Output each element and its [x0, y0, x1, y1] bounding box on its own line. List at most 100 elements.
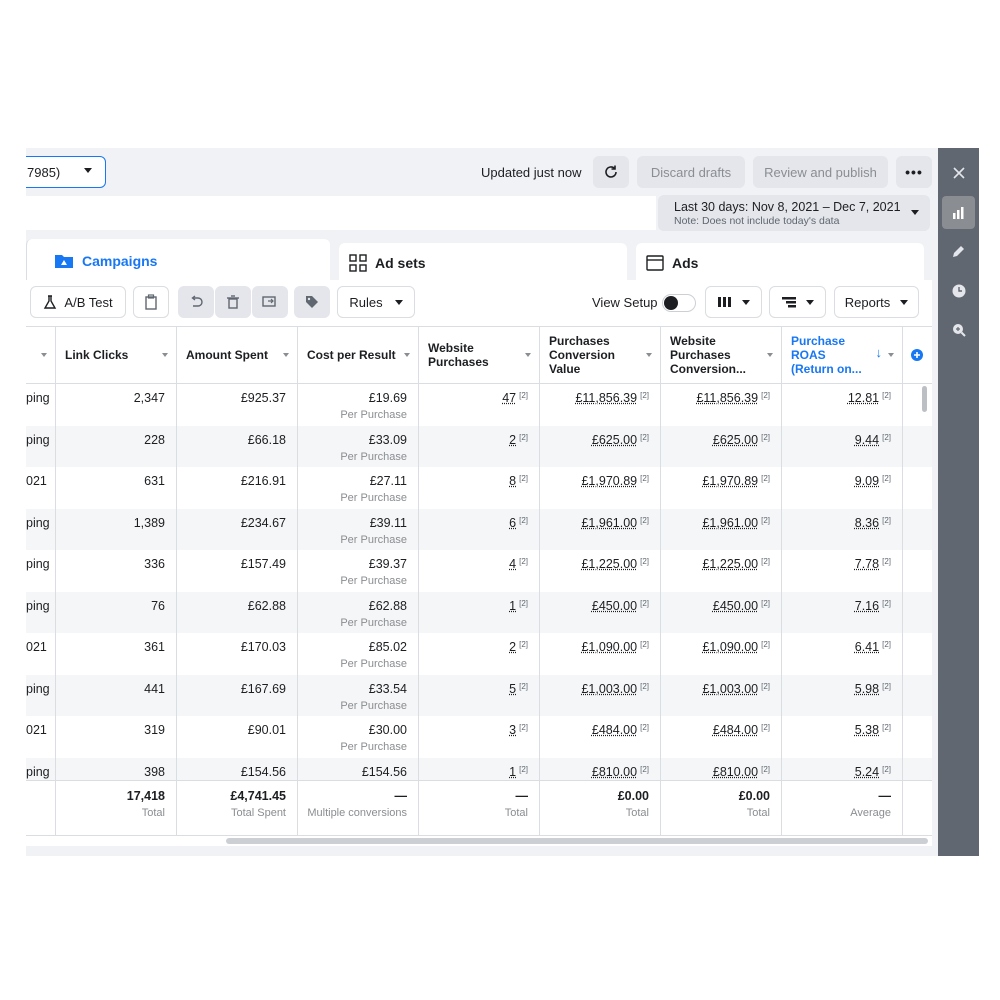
- total-cell-purchase-roas: — Average: [782, 781, 903, 835]
- cell-amount-spent: £216.91: [177, 467, 298, 509]
- column-header-cost-per-result[interactable]: Cost per Result: [298, 327, 419, 383]
- cell-purchase-roas: 7.78 [2]: [782, 550, 903, 592]
- updated-status: Updated just now: [481, 165, 582, 180]
- footnote-marker: [2]: [882, 764, 891, 774]
- ads-manager: 7985) Updated just now Discard drafts Re…: [26, 148, 979, 856]
- toggle-knob: [664, 296, 678, 310]
- column-header-link-clicks[interactable]: Link Clicks: [56, 327, 177, 383]
- cell-link-clicks: 76: [56, 591, 177, 633]
- cell-campaign-name: ping: [26, 674, 56, 716]
- table-row[interactable]: 021 631 £216.91 £27.11 Per Purchase 8 [2] £1,97…: [26, 467, 932, 509]
- more-button[interactable]: •••: [896, 156, 932, 188]
- columns-button[interactable]: [705, 286, 762, 318]
- inspect-button[interactable]: [942, 313, 975, 346]
- chevron-down-icon: [806, 299, 814, 305]
- column-header-amount-spent[interactable]: Amount Spent: [177, 327, 298, 383]
- view-setup-toggle[interactable]: [662, 294, 696, 312]
- discard-drafts-button[interactable]: Discard drafts: [637, 156, 745, 188]
- tab-ad-sets[interactable]: Ad sets: [339, 243, 627, 283]
- horizontal-scrollbar[interactable]: [226, 838, 928, 844]
- column-header-conversion-value[interactable]: Purchases Conversion Value: [540, 327, 661, 383]
- footnote-marker: [2]: [519, 640, 528, 649]
- tab-ads[interactable]: Ads: [636, 243, 924, 283]
- chevron-down-icon: [911, 210, 919, 215]
- sort-caret-icon: [525, 353, 531, 357]
- cell-purchase-roas: 9.09 [2]: [782, 467, 903, 509]
- tag-button[interactable]: [294, 286, 330, 318]
- column-header-website-conversion[interactable]: Website Purchases Conversion...: [661, 327, 782, 383]
- footnote-marker: [2]: [761, 474, 770, 483]
- account-select[interactable]: 7985): [26, 156, 106, 188]
- cost-per-result-unit: Per Purchase: [340, 658, 407, 670]
- add-column-button[interactable]: [903, 327, 932, 383]
- charts-button[interactable]: [942, 196, 975, 229]
- review-publish-button[interactable]: Review and publish: [753, 156, 888, 188]
- cost-per-result-unit: Per Purchase: [340, 492, 407, 504]
- table-row[interactable]: ping 336 £157.49 £39.37 Per Purchase 4 [2] £1,2…: [26, 550, 932, 592]
- column-header-purchase-roas[interactable]: Purchase ROAS (Return on... ↓: [782, 327, 903, 383]
- cost-per-result-unit: Per Purchase: [340, 699, 407, 712]
- search-filter-bar[interactable]: [26, 196, 656, 230]
- flask-icon: [44, 295, 57, 309]
- chevron-down-icon: [84, 168, 92, 173]
- total-cell-conversion-value: £0.00 Total: [540, 781, 661, 835]
- zoom-icon: [952, 323, 966, 337]
- table-row[interactable]: ping 1,389 £234.67 £39.11 Per Purchase 6 [2] £1…: [26, 508, 932, 550]
- cell-cost-per-result: £39.11 Per Purchase: [298, 508, 419, 550]
- total-cell-cost-per-result: — Multiple conversions: [298, 781, 419, 835]
- edit-button[interactable]: [942, 235, 975, 268]
- footnote-marker: [2]: [640, 515, 649, 525]
- cell-campaign-name: ping: [26, 757, 56, 780]
- tab-ads-label: Ads: [672, 255, 699, 271]
- table-row[interactable]: ping 441 £167.69 £33.54 Per Purchase 5 [2] £1,0…: [26, 674, 932, 716]
- table-row[interactable]: 021 319 £90.01 £30.00 Per Purchase 3 [2] £484.0…: [26, 716, 932, 758]
- table-row[interactable]: 021 361 £170.03 £85.02 Per Purchase 2 [2] £1,09…: [26, 633, 932, 675]
- refresh-button[interactable]: [593, 156, 629, 188]
- table-row[interactable]: ping 2,347 £925.37 £19.69 Per Purchase 47 [2] £…: [26, 384, 932, 426]
- cell-link-clicks: 361: [56, 633, 177, 675]
- date-range-picker[interactable]: Last 30 days: Nov 8, 2021 – Dec 7, 2021 …: [658, 195, 930, 231]
- table-row[interactable]: ping 228 £66.18 £33.09 Per Purchase 2 [2] £625.…: [26, 425, 932, 467]
- reports-button[interactable]: Reports: [834, 286, 919, 318]
- total-cell-amount-spent: £4,741.45 Total Spent: [177, 781, 298, 835]
- cell-link-clicks: 398: [56, 757, 177, 780]
- right-sidebar: [938, 148, 979, 856]
- footnote-marker: [2]: [882, 557, 891, 566]
- vertical-scrollbar[interactable]: [922, 386, 927, 412]
- table-row[interactable]: ping 76 £62.88 £62.88 Per Purchase 1 [2] £450.0…: [26, 591, 932, 633]
- rules-button[interactable]: Rules: [337, 286, 415, 318]
- column-header-name[interactable]: [26, 327, 56, 383]
- cell-campaign-name: ping: [26, 550, 56, 592]
- ab-test-button[interactable]: A/B Test: [30, 286, 126, 318]
- history-button[interactable]: [942, 274, 975, 307]
- footnote-marker: [2]: [761, 432, 770, 442]
- table-totals-row: 17,418 Total £4,741.45 Total Spent — Multip…: [26, 780, 932, 836]
- footnote-marker: [2]: [882, 598, 891, 608]
- footnote-marker: [2]: [640, 598, 649, 608]
- cell-website-purchases: 1 [2]: [419, 591, 540, 633]
- table-row[interactable]: ping 398 £154.56 £154.56 1 [2] £810.00 [2] £810.…: [26, 757, 932, 780]
- cost-per-result-unit: Per Purchase: [340, 616, 407, 629]
- chevron-down-icon: [900, 299, 909, 305]
- undo-button[interactable]: [178, 286, 214, 318]
- sort-caret-icon: [283, 353, 289, 357]
- cell-amount-spent: £170.03: [177, 633, 298, 675]
- column-header-website-purchases[interactable]: Website Purchases: [419, 327, 540, 383]
- tag-icon: [306, 296, 318, 308]
- cell-amount-spent: £925.37: [177, 384, 298, 426]
- cell-campaign-name: ping: [26, 425, 56, 467]
- clipboard-button[interactable]: [133, 286, 169, 318]
- cell-website-conversion: £450.00 [2]: [661, 591, 782, 633]
- breakdown-button[interactable]: [769, 286, 826, 318]
- tab-campaigns[interactable]: Campaigns: [26, 239, 330, 283]
- footnote-marker: [2]: [640, 557, 649, 566]
- duplicate-button[interactable]: [252, 286, 288, 318]
- delete-button[interactable]: [215, 286, 251, 318]
- close-button[interactable]: [942, 156, 975, 189]
- cell-link-clicks: 2,347: [56, 384, 177, 426]
- duplicate-icon: [262, 296, 276, 307]
- cell-campaign-name: 021: [26, 716, 56, 758]
- cell-spacer: [903, 467, 932, 509]
- cell-link-clicks: 631: [56, 467, 177, 509]
- ad-icon: [646, 255, 664, 271]
